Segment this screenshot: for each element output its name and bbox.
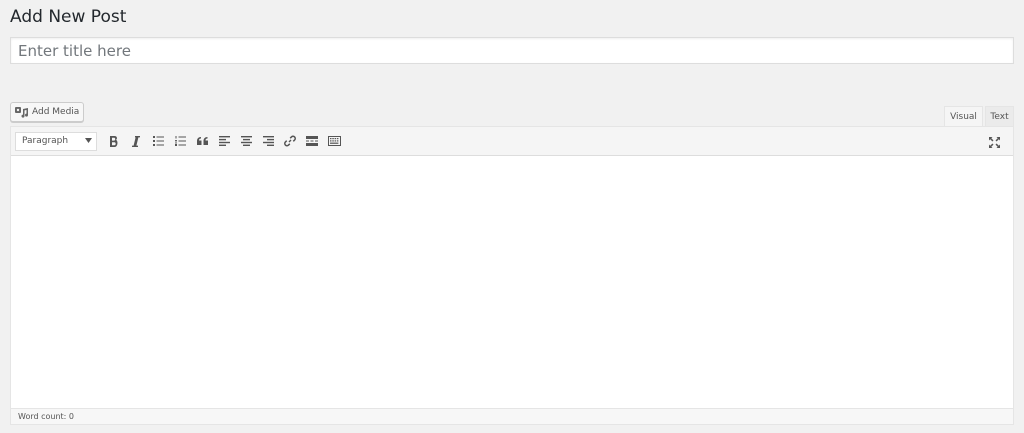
align-center-button[interactable]	[235, 131, 257, 151]
align-right-button[interactable]	[257, 131, 279, 151]
bulleted-list-button[interactable]	[147, 131, 169, 151]
tab-visual[interactable]: Visual	[944, 106, 983, 126]
align-left-button[interactable]	[213, 131, 235, 151]
bold-icon	[109, 135, 119, 147]
align-center-icon	[240, 136, 252, 146]
chevron-down-icon	[85, 136, 92, 146]
editor-content[interactable]	[11, 156, 1013, 408]
toolbar-toggle-button[interactable]	[323, 131, 345, 151]
media-icon	[15, 106, 29, 118]
blockquote-icon	[196, 137, 208, 145]
tab-text[interactable]: Text	[985, 106, 1014, 126]
numbered-list-icon	[174, 136, 186, 146]
align-left-icon	[218, 136, 230, 146]
post-title-input[interactable]	[10, 37, 1014, 64]
word-count: Word count: 0	[11, 408, 1013, 424]
add-media-label: Add Media	[32, 107, 80, 117]
blockquote-button[interactable]	[191, 131, 213, 151]
page-title: Add New Post	[10, 7, 127, 27]
format-select[interactable]: Paragraph	[15, 131, 97, 151]
editor-toolbar: Paragraph	[11, 127, 1013, 156]
italic-icon	[131, 135, 141, 147]
insert-link-button[interactable]	[279, 131, 301, 151]
fullscreen-icon	[988, 136, 1000, 148]
keyboard-icon	[327, 136, 341, 146]
link-icon	[284, 135, 296, 147]
fullscreen-button[interactable]	[983, 132, 1005, 152]
add-media-button[interactable]: Add Media	[10, 102, 84, 122]
post-editor: Paragraph Word count: 0	[10, 126, 1014, 425]
format-select-value: Paragraph	[22, 136, 69, 146]
align-right-icon	[262, 136, 274, 146]
insert-read-more-button[interactable]	[301, 131, 323, 151]
bulleted-list-icon	[152, 136, 164, 146]
bold-button[interactable]	[103, 131, 125, 151]
read-more-icon	[306, 136, 318, 146]
italic-button[interactable]	[125, 131, 147, 151]
numbered-list-button[interactable]	[169, 131, 191, 151]
